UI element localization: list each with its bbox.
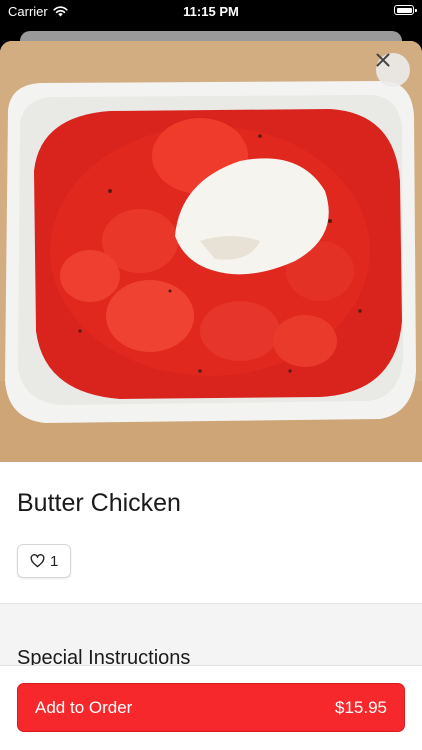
food-photo: [0, 41, 422, 462]
like-count: 1: [50, 552, 59, 570]
item-title: Butter Chicken: [17, 489, 181, 517]
add-to-order-label: Add to Order: [35, 697, 133, 717]
status-bar: Carrier 11:15 PM: [0, 0, 422, 24]
food-photo-illustration: [0, 41, 422, 462]
status-time: 11:15 PM: [183, 4, 239, 19]
battery-icon: [394, 5, 417, 15]
order-footer: Add to Order $15.95: [0, 665, 422, 750]
close-icon: [376, 53, 390, 67]
item-detail-sheet: Butter Chicken 1 Special Instructions Ad…: [0, 41, 422, 750]
close-button[interactable]: [376, 53, 410, 87]
like-button[interactable]: 1: [17, 544, 72, 578]
price-label: $15.95: [335, 697, 387, 717]
add-to-order-button[interactable]: Add to Order $15.95: [17, 683, 405, 732]
heart-icon: [30, 554, 45, 568]
